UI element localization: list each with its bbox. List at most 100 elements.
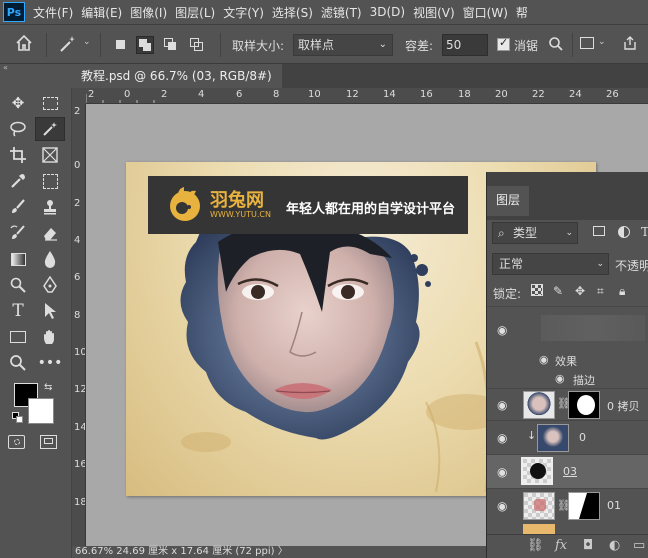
layer-thumbnail[interactable]	[523, 391, 555, 419]
more-icon[interactable]: •••	[35, 351, 65, 375]
menu-help[interactable]: 帮	[508, 4, 528, 21]
sample-size-select[interactable]: 取样点 ⌄	[293, 34, 393, 56]
marquee-icon[interactable]	[35, 91, 65, 115]
swap-colors-icon[interactable]: ⇆	[44, 382, 52, 393]
ruler-tick-label: 2	[161, 89, 168, 100]
eye-icon[interactable]: ◉	[539, 353, 549, 366]
menu-view[interactable]: 视图(V)	[405, 4, 455, 21]
layer-row[interactable]: ◉	[487, 306, 648, 350]
blur-icon[interactable]	[35, 247, 65, 271]
gradient-icon[interactable]	[3, 247, 33, 271]
layer-mask-thumbnail[interactable]	[568, 492, 600, 520]
subtract-selection-button[interactable]	[162, 36, 180, 54]
background-color[interactable]	[28, 398, 54, 424]
layer-row-selected[interactable]: ◉ 03	[487, 454, 648, 488]
layer-row[interactable]: ◉ ⛓︎ 01	[487, 488, 648, 522]
vertical-ruler[interactable]: 2 0 2 4 6 8 10 12 14 16 18	[72, 104, 86, 558]
layer-row[interactable]: ◉ ⛓︎ 0 拷贝	[487, 388, 648, 420]
menu-image[interactable]: 图像(I)	[122, 4, 167, 21]
clipping-arrow-icon: ↓	[527, 429, 537, 442]
collapse-toolbar-toggle[interactable]: «	[0, 64, 72, 74]
path-select-icon[interactable]	[35, 299, 65, 323]
document-tab[interactable]: 教程.psd @ 66.7% (03, RGB/8#) *×	[72, 64, 282, 107]
home-icon[interactable]	[15, 34, 33, 56]
layer-thumbnail[interactable]	[523, 492, 555, 520]
eye-icon[interactable]: ◉	[497, 431, 507, 445]
lock-all-icon[interactable]: 🔒︎	[619, 284, 625, 299]
layer-thumbnail[interactable]	[537, 424, 569, 452]
tolerance-input[interactable]: 50	[442, 34, 488, 56]
rectangle-icon[interactable]	[3, 325, 33, 349]
antialias-checkbox[interactable]	[497, 36, 510, 51]
eraser-icon[interactable]	[35, 221, 65, 245]
new-selection-button[interactable]	[112, 36, 130, 54]
add-selection-button[interactable]	[136, 36, 154, 54]
magic-wand-icon[interactable]	[35, 117, 65, 141]
stamp-icon[interactable]	[35, 195, 65, 219]
eye-icon[interactable]: ◉	[497, 465, 507, 479]
adjustment-filter-icon[interactable]	[618, 226, 630, 238]
workspace-icon[interactable]	[580, 37, 594, 49]
adjustment-layer-icon[interactable]: ◐	[609, 538, 620, 553]
lock-brush-icon[interactable]: ✎	[553, 284, 563, 298]
eye-icon[interactable]: ◉	[497, 499, 507, 513]
eye-icon[interactable]: ◉	[497, 398, 507, 412]
link-icon[interactable]: ⛓︎	[527, 538, 544, 553]
hand-icon[interactable]	[35, 325, 65, 349]
spot-heal-icon[interactable]	[35, 169, 65, 193]
lock-position-icon[interactable]: ✥	[575, 284, 585, 298]
document-tabs: 教程.psd @ 66.7% (03, RGB/8#) *×	[72, 64, 648, 107]
eye-icon[interactable]: ◉	[497, 323, 507, 337]
menu-edit[interactable]: 编辑(E)	[73, 4, 122, 21]
menu-type[interactable]: 文字(Y)	[215, 4, 264, 21]
layer-effect-stroke-row[interactable]: ◉ 描边	[487, 370, 648, 388]
layer-thumbnail-partial[interactable]	[523, 524, 555, 534]
brush-icon[interactable]	[3, 195, 33, 219]
layer-mask-thumbnail[interactable]	[568, 391, 600, 419]
eyedropper-icon[interactable]	[3, 169, 33, 193]
menu-select[interactable]: 选择(S)	[264, 4, 313, 21]
pen-icon[interactable]	[35, 273, 65, 297]
magic-wand-icon[interactable]	[58, 34, 78, 57]
crop-icon[interactable]	[3, 143, 33, 167]
layer-effects-row[interactable]: ◉ 效果	[487, 350, 648, 370]
eye-icon[interactable]: ◉	[555, 372, 565, 385]
ruler-tick-label: 10	[308, 89, 321, 100]
lasso-icon[interactable]	[3, 117, 33, 141]
fx-icon[interactable]: fx	[555, 538, 567, 553]
move-icon[interactable]: ✥	[3, 91, 33, 115]
dodge-icon[interactable]	[3, 273, 33, 297]
share-icon[interactable]	[622, 35, 638, 54]
quick-mask-icon[interactable]	[8, 435, 25, 449]
tab-layers[interactable]: 图层	[487, 186, 529, 216]
menu-window[interactable]: 窗口(W)	[455, 4, 508, 21]
menu-3d[interactable]: 3D(D)	[362, 5, 405, 19]
chevron-down-icon[interactable]: ⌄	[83, 37, 91, 47]
layers-panel-footer: ⛓︎ fx ◘ ◐ ▭	[487, 534, 648, 558]
photoshop-logo: Ps	[3, 2, 25, 22]
screen-mode-icon[interactable]	[40, 435, 57, 449]
image-filter-icon[interactable]	[593, 226, 605, 236]
zoom-icon[interactable]	[3, 351, 33, 375]
layer-filter-select[interactable]: ⌕ 类型 ⌄	[492, 222, 578, 244]
intersect-selection-button[interactable]	[188, 36, 206, 54]
layer-thumbnail[interactable]	[521, 457, 553, 485]
frame-icon[interactable]	[35, 143, 65, 167]
text-icon[interactable]: T	[3, 299, 33, 323]
add-mask-icon[interactable]: ◘	[583, 538, 593, 553]
type-filter-icon[interactable]: T	[641, 225, 648, 239]
lock-artboard-icon[interactable]: ⌗	[597, 284, 604, 299]
lock-transparent-icon[interactable]	[531, 284, 543, 296]
brand-name: 羽兔网	[210, 190, 264, 211]
ruler-tick-label: 12	[74, 384, 86, 395]
layer-row[interactable]: ◉ ↓ 0	[487, 420, 648, 454]
menu-file[interactable]: 文件(F)	[25, 4, 73, 21]
search-icon[interactable]	[548, 36, 564, 55]
horizontal-ruler[interactable]: 2 0 2 4 6 8 10 12 14 16 18 20 22 24 26	[86, 88, 648, 104]
chevron-down-icon[interactable]: ⌄	[598, 37, 606, 47]
group-icon[interactable]: ▭	[633, 538, 645, 553]
blend-mode-select[interactable]: 正常 ⌄	[492, 253, 609, 275]
history-brush-icon[interactable]	[3, 221, 33, 245]
menu-layer[interactable]: 图层(L)	[167, 4, 215, 21]
menu-filter[interactable]: 滤镜(T)	[313, 4, 362, 21]
